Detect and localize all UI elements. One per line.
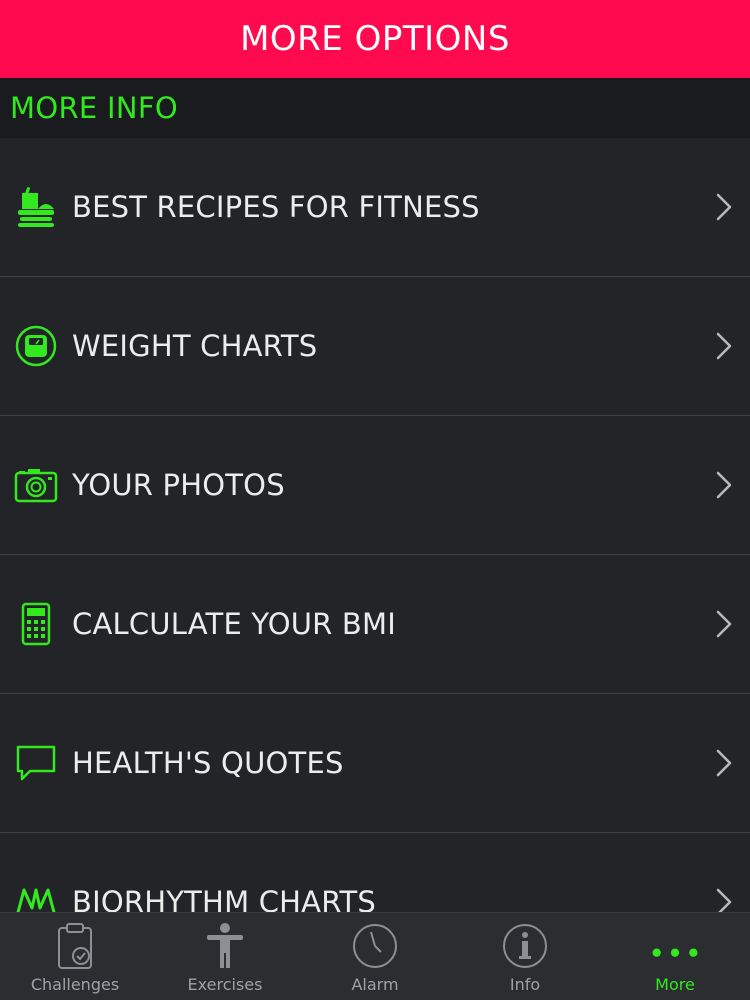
- more-dots-icon: [650, 921, 700, 971]
- tab-bar: Challenges Exercises Alarm Info More: [0, 912, 750, 1000]
- page-title: MORE OPTIONS: [240, 19, 510, 59]
- menu-item-label: BEST RECIPES FOR FITNESS: [72, 190, 480, 224]
- tab-info[interactable]: Info: [450, 913, 600, 1000]
- clock-icon: [350, 921, 400, 971]
- tab-more[interactable]: More: [600, 913, 750, 1000]
- menu-item-label: YOUR PHOTOS: [72, 468, 285, 502]
- person-icon: [200, 921, 250, 971]
- food-icon: [14, 185, 58, 229]
- menu-item-calculate-bmi[interactable]: CALCULATE YOUR BMI: [0, 555, 750, 694]
- menu-item-label: CALCULATE YOUR BMI: [72, 607, 397, 641]
- tab-exercises[interactable]: Exercises: [150, 913, 300, 1000]
- menu-item-label: HEALTH'S QUOTES: [72, 746, 344, 780]
- camera-icon: [14, 463, 58, 507]
- tab-label: Info: [509, 975, 541, 994]
- speech-bubble-icon: [14, 741, 58, 785]
- tab-label: Alarm: [351, 975, 399, 994]
- chevron-right-icon: [716, 610, 732, 638]
- tab-label: Challenges: [30, 975, 120, 994]
- scale-icon: [14, 324, 58, 368]
- menu-item-health-quotes[interactable]: HEALTH'S QUOTES: [0, 694, 750, 833]
- chevron-right-icon: [716, 193, 732, 221]
- menu-item-recipes[interactable]: BEST RECIPES FOR FITNESS: [0, 138, 750, 277]
- chevron-right-icon: [716, 471, 732, 499]
- nav-header: MORE OPTIONS: [0, 0, 750, 78]
- clipboard-check-icon: [50, 921, 100, 971]
- tab-label: More: [655, 975, 695, 994]
- menu-item-label: WEIGHT CHARTS: [72, 329, 318, 363]
- info-icon: [500, 921, 550, 971]
- tab-challenges[interactable]: Challenges: [0, 913, 150, 1000]
- section-header: MORE INFO: [0, 78, 750, 138]
- calculator-icon: [14, 602, 58, 646]
- more-options-screen: MORE OPTIONS MORE INFO BEST RECIPES FOR …: [0, 0, 750, 1000]
- tab-label: Exercises: [187, 975, 263, 994]
- menu-item-your-photos[interactable]: YOUR PHOTOS: [0, 416, 750, 555]
- chevron-right-icon: [716, 749, 732, 777]
- menu-list: BEST RECIPES FOR FITNESS WEIGHT CHARTS Y…: [0, 138, 750, 972]
- tab-alarm[interactable]: Alarm: [300, 913, 450, 1000]
- chevron-right-icon: [716, 332, 732, 360]
- menu-item-weight-charts[interactable]: WEIGHT CHARTS: [0, 277, 750, 416]
- section-title: MORE INFO: [10, 91, 178, 125]
